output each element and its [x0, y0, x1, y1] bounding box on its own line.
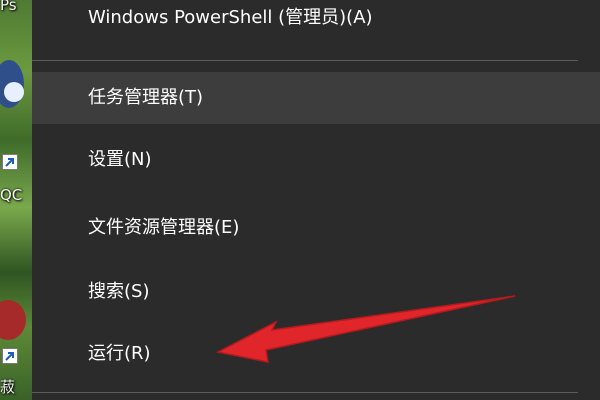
screen: Ps QC 菽 Windows PowerShell (管理员)(A) 任务管理… — [0, 0, 600, 400]
menu-item-powershell-admin[interactable]: Windows PowerShell (管理员)(A) — [32, 0, 600, 44]
desktop-icon-label: Ps — [0, 0, 17, 14]
menu-item-label: 设置(N) — [88, 149, 152, 170]
desktop-icon-label: 菽 — [0, 378, 16, 396]
menu-item-label: Windows PowerShell (管理员)(A) — [88, 7, 373, 28]
menu-item-label: 搜索(S) — [88, 281, 150, 302]
menu-item-label: 文件资源管理器(E) — [88, 217, 240, 238]
menu-separator — [32, 392, 578, 393]
qq-icon-face — [4, 82, 24, 102]
menu-item-label: 任务管理器(T) — [88, 87, 204, 108]
menu-item-file-explorer[interactable]: 文件资源管理器(E) — [32, 202, 600, 254]
menu-separator — [32, 60, 578, 61]
desktop-background: Ps QC 菽 — [0, 0, 32, 400]
menu-item-run[interactable]: 运行(R) — [32, 328, 600, 380]
menu-item-label: 运行(R) — [88, 343, 151, 364]
menu-item-settings[interactable]: 设置(N) — [32, 134, 600, 186]
desktop-icon-label: QC — [0, 186, 23, 204]
app-icon[interactable] — [0, 300, 26, 340]
menu-item-task-manager[interactable]: 任务管理器(T) — [32, 72, 600, 124]
shortcut-arrow-icon — [2, 154, 18, 170]
shortcut-arrow-icon — [2, 348, 18, 364]
menu-item-search[interactable]: 搜索(S) — [32, 266, 600, 318]
winx-context-menu: Windows PowerShell (管理员)(A) 任务管理器(T) 设置(… — [32, 0, 600, 400]
